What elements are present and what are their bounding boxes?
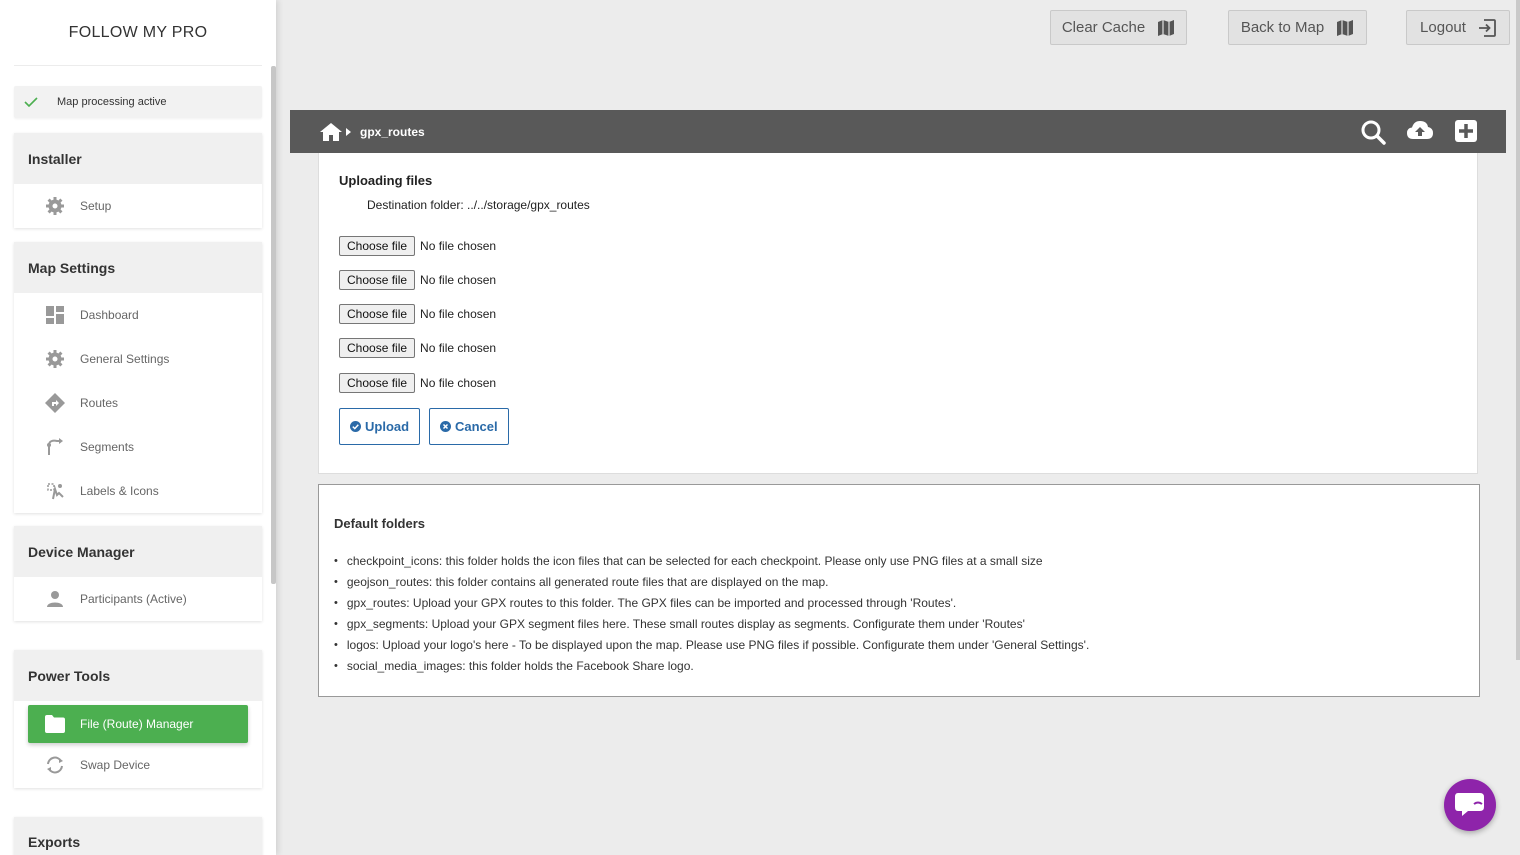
list-item: logos: Upload your logo's here - To be d…: [334, 634, 1089, 655]
section-power-tools: Power Tools File (Route) Manager Swap De…: [14, 650, 262, 788]
sidebar-item-label: General Settings: [80, 352, 170, 366]
back-to-map-button[interactable]: Back to Map: [1228, 10, 1367, 45]
sidebar-scrollbar[interactable]: [271, 66, 276, 584]
list-item: geojson_routes: this folder contains all…: [334, 571, 1089, 592]
section-installer: Installer Setup: [14, 133, 262, 228]
sidebar-item-label: Swap Device: [80, 758, 151, 772]
choose-file-button[interactable]: Choose file: [339, 236, 416, 256]
cancel-button[interactable]: Cancel: [429, 408, 509, 445]
sidebar-item-dashboard[interactable]: Dashboard: [14, 293, 262, 337]
clear-cache-button[interactable]: Clear Cache: [1050, 10, 1187, 45]
segments-icon: [44, 436, 66, 458]
gear-icon: [44, 195, 66, 217]
file-status: No file chosen: [420, 239, 497, 253]
list-item: gpx_segments: Upload your GPX segment fi…: [334, 613, 1089, 634]
section-title-power-tools[interactable]: Power Tools: [14, 650, 262, 701]
upload-panel: Uploading files Destination folder: ../.…: [318, 153, 1478, 474]
section-title-installer[interactable]: Installer: [14, 133, 262, 184]
file-manager-toolbar: gpx_routes: [290, 110, 1506, 153]
home-icon[interactable]: [320, 122, 342, 141]
sidebar-item-routes[interactable]: Routes: [14, 381, 262, 425]
file-input-row: Choose file No file chosen: [339, 304, 496, 324]
choose-file-button[interactable]: Choose file: [339, 338, 416, 358]
chat-widget-button[interactable]: [1444, 779, 1496, 831]
chat-icon: [1455, 793, 1484, 816]
map-processing-status: Map processing active: [14, 86, 262, 118]
sidebar-item-label: Routes: [80, 396, 119, 410]
file-input-row: Choose file No file chosen: [339, 373, 496, 393]
sidebar-item-segments[interactable]: Segments: [14, 425, 262, 469]
add-icon[interactable]: [1454, 119, 1478, 143]
search-icon[interactable]: [1360, 119, 1386, 145]
back-to-map-label: Back to Map: [1240, 19, 1325, 36]
default-folders-list: checkpoint_icons: this folder holds the …: [334, 550, 1089, 676]
dashboard-icon: [44, 304, 66, 326]
gear-icon: [44, 348, 66, 370]
sidebar-item-labels-icons[interactable]: Labels & Icons: [14, 469, 262, 513]
list-item: social_media_images: this folder holds t…: [334, 655, 1089, 676]
list-item: checkpoint_icons: this folder holds the …: [334, 550, 1089, 571]
labels-icon: [44, 480, 66, 502]
list-item: gpx_routes: Upload your GPX routes to th…: [334, 592, 1089, 613]
sidebar-item-setup[interactable]: Setup: [14, 184, 262, 228]
person-icon: [44, 588, 66, 610]
destination-folder: Destination folder: ../../storage/gpx_ro…: [367, 198, 590, 212]
sidebar-item-swap-device[interactable]: Swap Device: [14, 743, 262, 787]
file-status: No file chosen: [420, 376, 497, 390]
sidebar-item-label: Segments: [80, 440, 135, 454]
section-title-exports[interactable]: Exports: [14, 817, 262, 855]
page-scrollbar[interactable]: [1516, 0, 1520, 660]
sidebar-item-participants[interactable]: Participants (Active): [14, 577, 262, 621]
logout-button[interactable]: Logout: [1406, 10, 1510, 45]
choose-file-button[interactable]: Choose file: [339, 270, 416, 290]
folder-icon: [44, 713, 66, 735]
upload-title: Uploading files: [339, 173, 433, 188]
breadcrumb-current[interactable]: gpx_routes: [360, 125, 425, 139]
sidebar: FOLLOW MY PRO Map processing active Inst…: [0, 0, 276, 855]
caret-right-icon: [346, 127, 351, 136]
choose-file-button[interactable]: Choose file: [339, 304, 416, 324]
cancel-label: Cancel: [455, 419, 498, 434]
file-status: No file chosen: [420, 273, 497, 287]
check-circle-icon: [350, 421, 361, 432]
sidebar-item-general-settings[interactable]: General Settings: [14, 337, 262, 381]
check-icon: [24, 97, 38, 107]
file-input-row: Choose file No file chosen: [339, 270, 496, 290]
section-exports: Exports: [14, 817, 262, 855]
swap-icon: [44, 754, 66, 776]
sidebar-item-label: File (Route) Manager: [80, 717, 194, 731]
sidebar-item-file-manager[interactable]: File (Route) Manager: [28, 705, 248, 743]
default-folders-panel: Default folders checkpoint_icons: this f…: [318, 484, 1480, 697]
choose-file-button[interactable]: Choose file: [339, 373, 416, 393]
file-status: No file chosen: [420, 341, 497, 355]
section-title-map-settings[interactable]: Map Settings: [14, 242, 262, 293]
sidebar-item-label: Setup: [80, 199, 112, 213]
section-device-manager: Device Manager Participants (Active): [14, 526, 262, 621]
section-map-settings: Map Settings Dashboard General Settings …: [14, 242, 262, 513]
toolbar-actions: [1360, 119, 1478, 145]
cloud-upload-icon[interactable]: [1406, 119, 1434, 143]
clear-cache-label: Clear Cache: [1061, 19, 1146, 36]
breadcrumb: gpx_routes: [320, 122, 425, 141]
file-input-row: Choose file No file chosen: [339, 236, 496, 256]
brand-title: FOLLOW MY PRO: [14, 0, 262, 66]
directions-icon: [44, 392, 66, 414]
cancel-circle-icon: [440, 421, 451, 432]
map-icon: [1158, 19, 1175, 36]
logout-icon: [1478, 18, 1496, 37]
file-input-row: Choose file No file chosen: [339, 338, 496, 358]
section-title-device-manager[interactable]: Device Manager: [14, 526, 262, 577]
sidebar-item-label: Labels & Icons: [80, 484, 159, 498]
file-status: No file chosen: [420, 307, 497, 321]
upload-button[interactable]: Upload: [339, 408, 421, 445]
logout-label: Logout: [1420, 19, 1466, 36]
sidebar-item-label: Participants (Active): [80, 592, 187, 606]
status-text: Map processing active: [57, 96, 167, 108]
sidebar-item-label: Dashboard: [80, 308, 139, 322]
map-icon: [1337, 19, 1354, 36]
upload-label: Upload: [365, 419, 410, 434]
default-folders-title: Default folders: [334, 516, 426, 531]
